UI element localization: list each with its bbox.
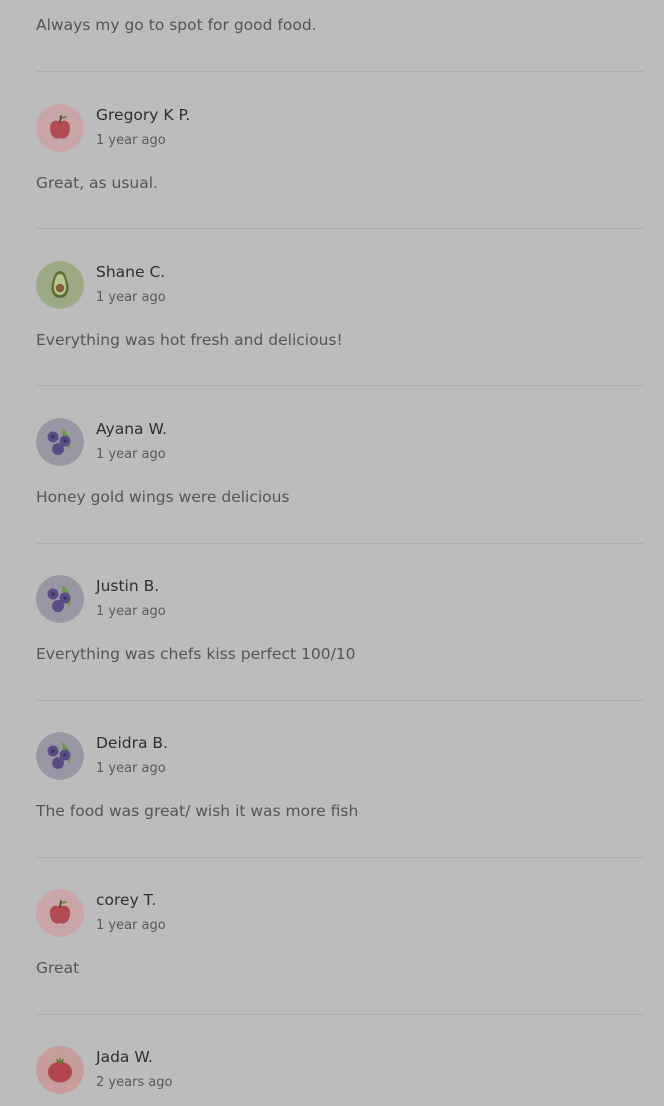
- blueberries-icon: [36, 418, 84, 466]
- review-time: 1 year ago: [96, 133, 166, 148]
- reviewer-name: Deidra B.: [96, 734, 168, 752]
- apple-icon: [36, 889, 84, 937]
- reviewer-name: Justin B.: [96, 577, 160, 595]
- review-text: Everything was chefs kiss perfect 100/10: [36, 645, 356, 663]
- review-text: Great: [36, 959, 80, 977]
- review-time: 1 year ago: [96, 447, 166, 462]
- review-text: Honey gold wings were delicious: [36, 488, 290, 506]
- tomato-icon: [36, 1046, 84, 1094]
- avocado-icon: [36, 261, 84, 309]
- review-item: Jada W. 2 years ago: [0, 1014, 664, 1106]
- review-item: Justin B. 1 year ago Everything was chef…: [0, 543, 664, 700]
- review-item: corey T. 1 year ago Great: [0, 857, 664, 1014]
- review-time: 1 year ago: [96, 918, 166, 933]
- review-time: 1 year ago: [96, 290, 166, 305]
- review-item: Ayana W. 1 year ago Honey gold wings wer…: [0, 386, 664, 543]
- review-item: Deidra B. 1 year ago The food was great/…: [0, 700, 664, 857]
- review-item: Gregory K P. 1 year ago Great, as usual.: [0, 72, 664, 229]
- apple-icon: [36, 104, 84, 152]
- review-item: Shane C. 1 year ago Everything was hot f…: [0, 229, 664, 386]
- reviewer-name: Gregory K P.: [96, 106, 191, 124]
- review-text: Great, as usual.: [36, 174, 158, 192]
- blueberries-icon: [36, 575, 84, 623]
- reviewer-name: Ayana W.: [96, 420, 167, 438]
- review-text: Everything was hot fresh and delicious!: [36, 331, 343, 349]
- review-text-previous: Always my go to spot for good food.: [36, 16, 317, 34]
- review-time: 2 years ago: [96, 1075, 173, 1090]
- reviewer-name: Jada W.: [96, 1048, 153, 1066]
- review-time: 1 year ago: [96, 761, 166, 776]
- reviewer-name: Shane C.: [96, 263, 166, 281]
- reviewer-name: corey T.: [96, 891, 157, 909]
- review-time: 1 year ago: [96, 604, 166, 619]
- blueberries-icon: [36, 732, 84, 780]
- review-text: The food was great/ wish it was more fis…: [36, 802, 359, 820]
